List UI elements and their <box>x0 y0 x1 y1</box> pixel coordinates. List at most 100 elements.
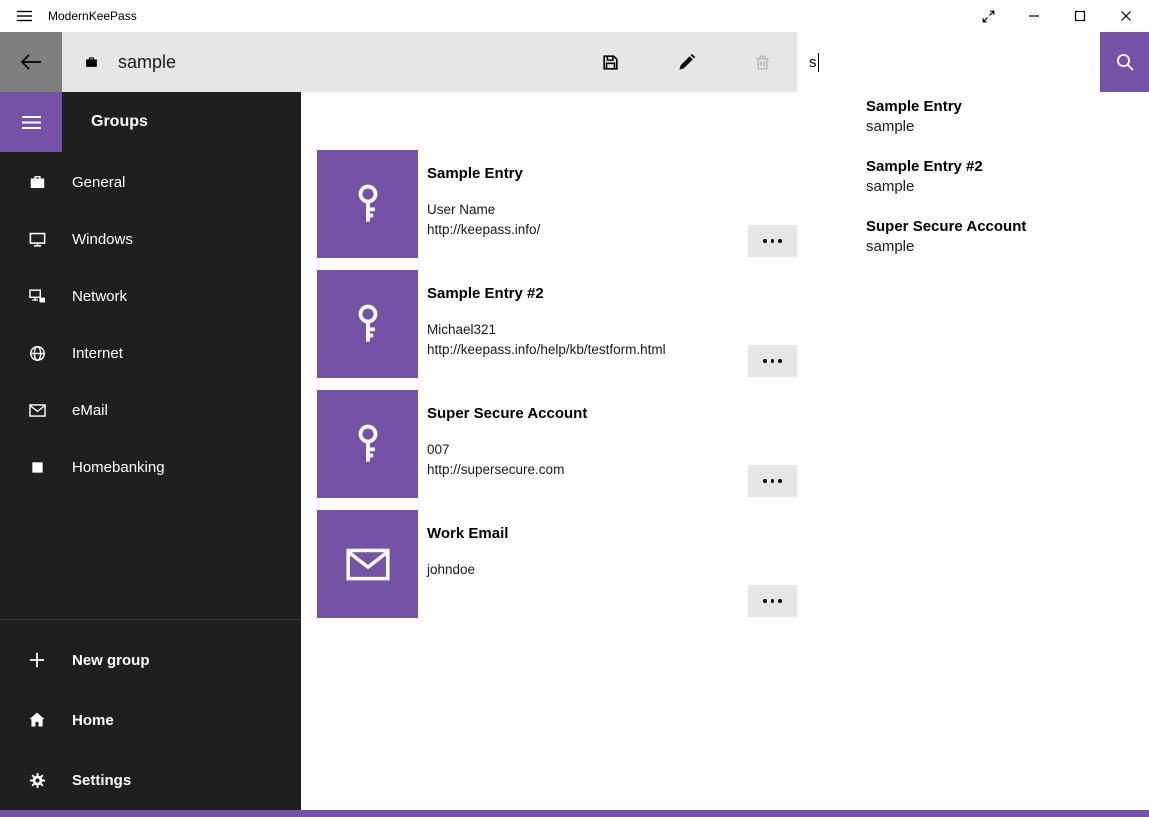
back-arrow-icon <box>20 53 42 71</box>
sidebar-item-network[interactable]: Network <box>0 268 301 325</box>
suggestion-subtitle: sample <box>866 177 1139 197</box>
command-actions <box>586 32 786 92</box>
entry-url: http://keepass.info/ <box>427 220 540 240</box>
sidebar-item-label: Settings <box>72 772 131 789</box>
close-icon <box>1120 10 1132 22</box>
edit-pencil-icon <box>677 53 696 72</box>
ellipsis-icon <box>763 239 767 243</box>
key-icon <box>345 421 391 467</box>
entry-title: Super Secure Account <box>427 404 587 424</box>
bottom-accent-bar <box>0 810 1149 817</box>
sidebar-item-label: Home <box>72 712 114 729</box>
edit-button[interactable] <box>662 32 710 92</box>
titlebar: ModernKeePass <box>0 0 1149 32</box>
save-icon <box>601 53 620 72</box>
minimize-icon <box>1028 10 1040 22</box>
sidebar-item-homebanking[interactable]: Homebanking <box>0 439 301 496</box>
entry-details: Michael321 http://keepass.info/help/kb/t… <box>427 320 666 360</box>
globe-icon <box>24 344 50 363</box>
briefcase-icon <box>24 173 50 192</box>
save-button[interactable] <box>586 32 634 92</box>
database-header: sample <box>78 32 176 92</box>
sidebar-item-label: eMail <box>72 402 108 419</box>
search-button[interactable] <box>1100 32 1149 92</box>
sidebar-hamburger-button[interactable] <box>0 92 62 152</box>
app-title: ModernKeePass <box>48 9 137 23</box>
entry-details: 007 http://supersecure.com <box>427 440 587 480</box>
sidebar-item-general[interactable]: General <box>0 154 301 211</box>
plus-icon <box>24 650 50 670</box>
search-suggestion[interactable]: Sample Entry #2 sample <box>797 152 1149 212</box>
command-bar: sample s <box>0 32 1149 92</box>
home-icon <box>24 710 50 730</box>
sidebar-item-label: General <box>72 174 125 191</box>
sidebar-item-label: Homebanking <box>72 459 165 476</box>
entry-username: Michael321 <box>427 320 666 340</box>
suggestion-subtitle: sample <box>866 237 1139 257</box>
entry-username: johndoe <box>427 560 508 580</box>
close-button[interactable] <box>1103 0 1149 32</box>
entry-row[interactable]: Work Email johndoe <box>317 510 1149 618</box>
ellipsis-icon <box>763 479 767 483</box>
caption-buttons <box>965 0 1149 32</box>
mail-icon <box>24 401 50 420</box>
entry-tile <box>317 510 418 618</box>
sidebar-item-home[interactable]: Home <box>0 690 301 750</box>
suggestion-subtitle: sample <box>866 117 1139 137</box>
entry-more-button[interactable] <box>748 345 797 377</box>
entry-username: User Name <box>427 200 540 220</box>
sidebar-item-label: Windows <box>72 231 133 248</box>
entry-title: Work Email <box>427 524 508 544</box>
trash-icon <box>753 53 772 72</box>
entry-more-button[interactable] <box>748 585 797 617</box>
entry-tile <box>317 150 418 258</box>
search-suggestion[interactable]: Super Secure Account sample <box>797 212 1149 272</box>
mail-icon <box>343 539 393 589</box>
search-suggestions-panel: Sample Entry sample Sample Entry #2 samp… <box>797 92 1149 284</box>
entry-info: Super Secure Account 007 http://supersec… <box>427 390 587 498</box>
search-icon <box>1115 52 1135 72</box>
sidebar-item-settings[interactable]: Settings <box>0 750 301 810</box>
entry-info: Sample Entry User Name http://keepass.in… <box>427 150 540 258</box>
sidebar-item-label: Network <box>72 288 127 305</box>
entry-info: Work Email johndoe <box>427 510 508 618</box>
sidebar-item-new-group[interactable]: New group <box>0 630 301 690</box>
entry-more-button[interactable] <box>748 465 797 497</box>
sidebar-item-internet[interactable]: Internet <box>0 325 301 382</box>
database-title: sample <box>118 52 176 73</box>
delete-button[interactable] <box>738 32 786 92</box>
minimize-button[interactable] <box>1011 0 1057 32</box>
hamburger-menu-icon[interactable] <box>0 0 48 32</box>
entry-details: User Name http://keepass.info/ <box>427 200 540 240</box>
entry-title: Sample Entry #2 <box>427 284 666 304</box>
entry-url: http://supersecure.com <box>427 460 587 480</box>
ellipsis-icon <box>763 599 767 603</box>
hamburger-menu-icon <box>22 115 41 130</box>
entry-more-button[interactable] <box>748 225 797 257</box>
entry-tile <box>317 390 418 498</box>
text-caret <box>818 53 819 72</box>
search-query-text: s <box>809 54 817 71</box>
gear-icon <box>24 771 50 790</box>
back-button[interactable] <box>0 32 62 92</box>
suggestion-title: Sample Entry #2 <box>866 157 1139 177</box>
groups-heading: Groups <box>91 113 148 131</box>
sidebar-item-windows[interactable]: Windows <box>0 211 301 268</box>
maximize-button[interactable] <box>1057 0 1103 32</box>
entry-url: http://keepass.info/help/kb/testform.htm… <box>427 340 666 360</box>
fullscreen-button[interactable] <box>965 0 1011 32</box>
key-icon <box>345 181 391 227</box>
app-window: ModernKeePass <box>0 0 1149 817</box>
suggestion-title: Super Secure Account <box>866 217 1139 237</box>
maximize-icon <box>1074 10 1086 22</box>
search-input[interactable]: s <box>797 32 1100 92</box>
search-suggestion[interactable]: Sample Entry sample <box>797 92 1149 152</box>
sidebar-item-label: New group <box>72 652 150 669</box>
entry-row[interactable]: Super Secure Account 007 http://supersec… <box>317 390 1149 498</box>
search-box: s <box>797 32 1149 92</box>
entry-row[interactable]: Sample Entry #2 Michael321 http://keepas… <box>317 270 1149 378</box>
suggestion-title: Sample Entry <box>866 97 1139 117</box>
key-icon <box>345 301 391 347</box>
sidebar-item-email[interactable]: eMail <box>0 382 301 439</box>
network-icon <box>24 287 50 306</box>
